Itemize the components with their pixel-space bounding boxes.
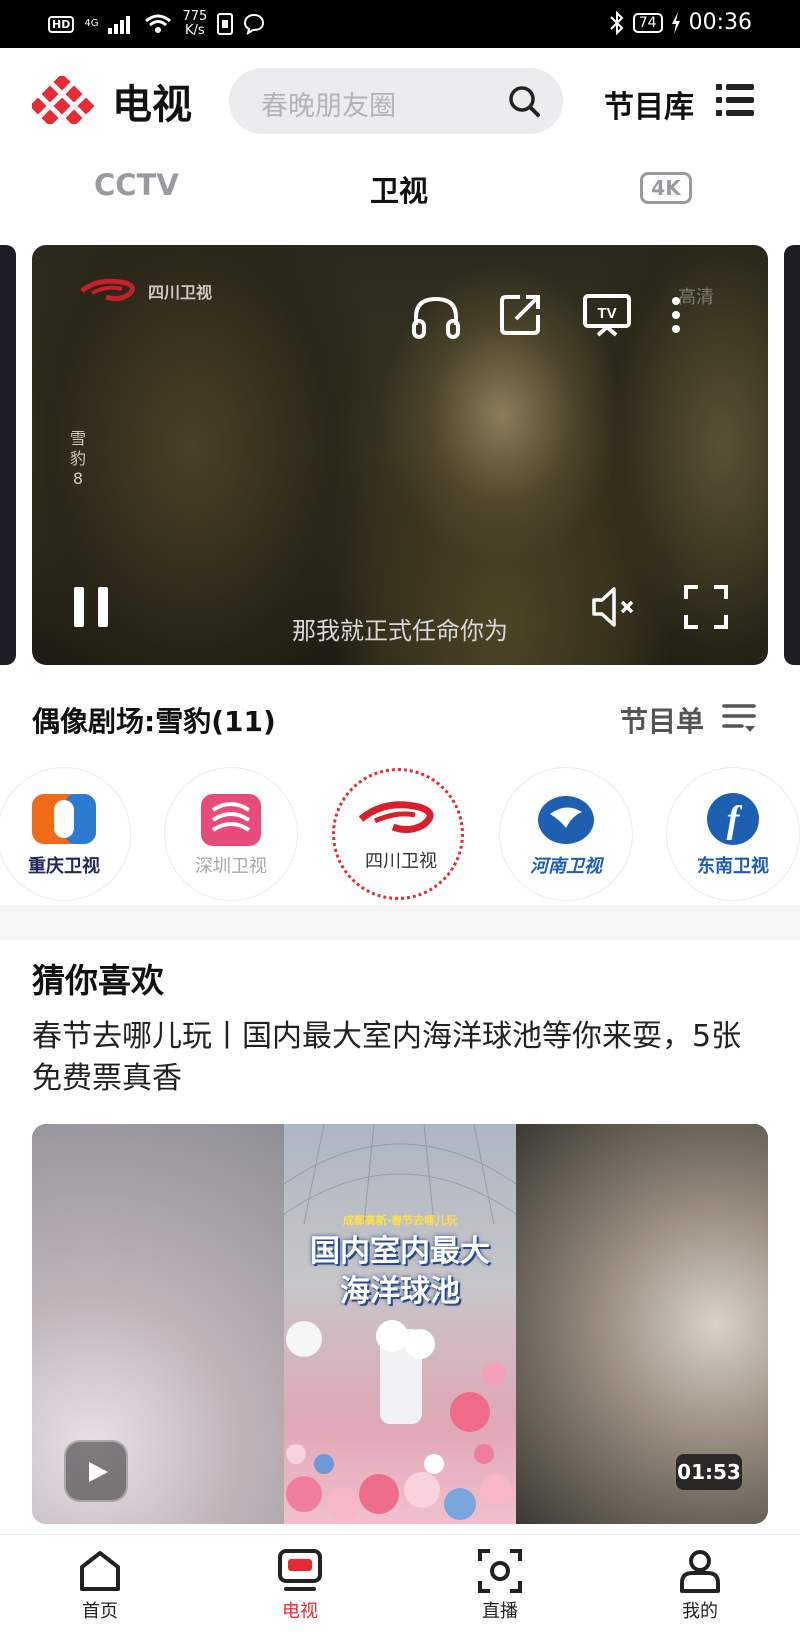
search-box[interactable]: 春晚朋友圈	[229, 68, 563, 134]
channel-watermark-text: 四川卫视	[148, 283, 213, 302]
nav-label: 我的	[682, 1601, 718, 1622]
channel-label: 重庆卫视	[28, 856, 100, 877]
schedule-link[interactable]: 节目单	[620, 700, 704, 740]
nav-home[interactable]: 首页	[40, 1535, 160, 1633]
tab-satellite[interactable]: 卫视	[370, 168, 428, 210]
channel-henan[interactable]: 河南卫视	[500, 768, 632, 900]
episode-side-label: 雪豹 8	[69, 429, 86, 488]
thumbnail-image: 成都高新·春节去哪儿玩 国内室内最大 海洋球池	[284, 1124, 516, 1524]
nav-live[interactable]: 直播	[440, 1535, 560, 1633]
recommend-item-title[interactable]: 春节去哪儿玩丨国内最大室内海洋球池等你来耍，5张免费票真香	[32, 1016, 752, 1100]
profile-icon	[680, 1550, 720, 1593]
clock: 00:36	[688, 10, 752, 35]
home-icon	[80, 1551, 120, 1591]
search-icon[interactable]	[507, 84, 541, 118]
video-player[interactable]: 四川卫视 雪豹 8 高清 TV 那我就正式任命你为	[32, 245, 768, 665]
search-placeholder: 春晚朋友圈	[261, 91, 396, 122]
schedule-icon[interactable]	[722, 702, 756, 736]
network-label: 4G	[84, 18, 99, 29]
program-library-link[interactable]: 节目库	[604, 82, 694, 126]
cast-tv-icon[interactable]: TV	[582, 293, 632, 337]
app-title: 电视	[112, 82, 192, 128]
svg-text:TV: TV	[597, 305, 616, 322]
channel-dongnan[interactable]: f 东南卫视	[667, 768, 799, 900]
channel-strip: 重庆卫视 深圳卫视 四川卫视 河南卫视 f 东南卫视	[0, 764, 800, 904]
signal-icon	[108, 16, 131, 34]
channel-label: 四川卫视	[365, 851, 437, 872]
wifi-icon	[145, 14, 172, 33]
message-icon	[244, 13, 265, 35]
henan-tv-logo-icon	[538, 796, 594, 844]
channel-watermark: 四川卫视	[78, 275, 212, 307]
app-logo-icon	[32, 76, 94, 124]
prev-video-peek[interactable]	[0, 245, 16, 665]
shenzhen-tv-logo-icon	[201, 794, 261, 846]
program-title: 偶像剧场:雪豹(11)	[32, 705, 276, 738]
bottom-nav: 首页 电视 直播 我的	[0, 1534, 800, 1632]
share-icon[interactable]	[498, 293, 542, 337]
network-speed: 775 K/s	[182, 9, 208, 38]
status-bar: HD 4G 775 K/s 74 00:36	[0, 0, 800, 48]
recommend-title: 猜你喜欢	[32, 961, 164, 1000]
dongnan-tv-logo-icon: f	[707, 793, 759, 845]
play-button[interactable]	[64, 1440, 128, 1502]
next-video-peek[interactable]	[784, 245, 800, 665]
header: 电视 春晚朋友圈 节目库	[0, 48, 800, 156]
recommend-section: 猜你喜欢 春节去哪儿玩丨国内最大室内海洋球池等你来耍，5张免费票真香 成都高新·…	[0, 940, 800, 1560]
play-icon	[89, 1462, 108, 1482]
channel-sichuan[interactable]: 四川卫视	[332, 768, 464, 900]
list-icon[interactable]	[716, 82, 754, 118]
channel-chongqing[interactable]: 重庆卫视	[0, 768, 130, 900]
bluetooth-icon	[610, 10, 624, 35]
chongqing-tv-logo-icon	[32, 794, 96, 844]
channel-tabs: CCTV 卫视 4K	[0, 160, 800, 220]
channel-label: 河南卫视	[530, 856, 602, 877]
recommend-thumbnail[interactable]: 成都高新·春节去哪儿玩 国内室内最大 海洋球池 01:53	[32, 1124, 768, 1524]
nav-profile[interactable]: 我的	[640, 1535, 760, 1633]
channel-shenzhen[interactable]: 深圳卫视	[165, 768, 297, 900]
video-subtitle: 那我就正式任命你为	[292, 617, 508, 645]
mute-icon[interactable]	[590, 585, 640, 629]
video-duration: 01:53	[676, 1454, 742, 1490]
hd-badge: HD	[48, 15, 75, 33]
nav-label: 直播	[482, 1601, 518, 1622]
tv-icon	[278, 1549, 322, 1591]
thumbnail-banner: 成都高新·春节去哪儿玩	[342, 1214, 458, 1227]
channel-label: 深圳卫视	[195, 856, 267, 877]
charging-icon	[671, 11, 680, 34]
nav-label: 首页	[82, 1601, 118, 1622]
sim-icon	[217, 13, 234, 35]
tab-cctv[interactable]: CCTV	[94, 168, 179, 202]
nav-label: 电视	[282, 1601, 318, 1622]
section-divider	[0, 905, 800, 940]
channel-label: 东南卫视	[697, 856, 769, 877]
sichuan-tv-logo-icon	[358, 801, 434, 834]
headphones-icon[interactable]	[410, 293, 462, 341]
sichuan-tv-logo-icon	[80, 278, 135, 302]
thumbnail-caption: 国内室内最大 海洋球池	[310, 1234, 490, 1309]
more-icon[interactable]	[668, 295, 684, 335]
ball-pit-illustration	[284, 1124, 516, 1520]
battery-level: 74	[632, 12, 663, 33]
nav-tv[interactable]: 电视	[240, 1535, 360, 1633]
live-icon	[478, 1549, 522, 1593]
fullscreen-icon[interactable]	[684, 585, 728, 629]
tab-4k[interactable]: 4K	[640, 172, 692, 204]
